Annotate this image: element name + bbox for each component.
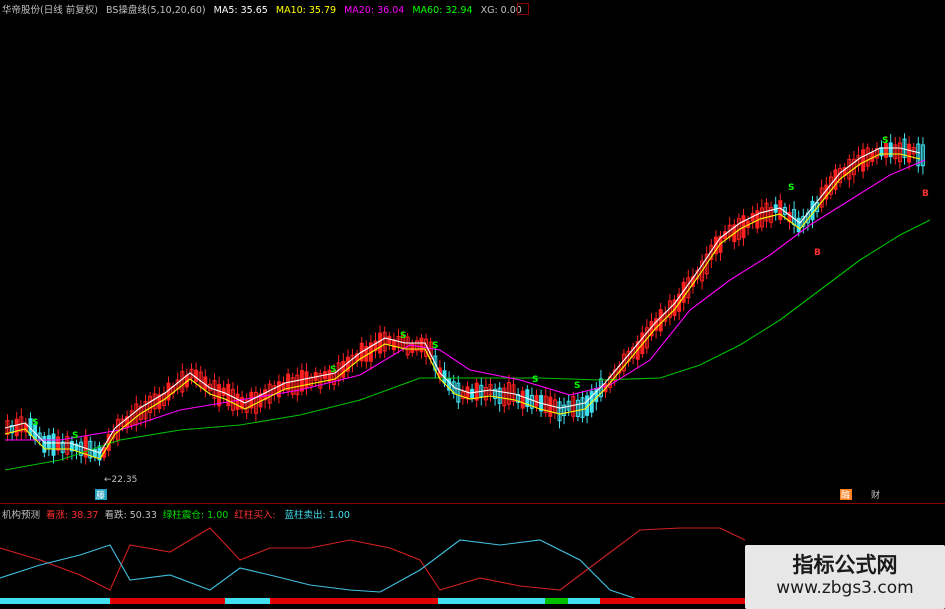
bull-line (0, 527, 746, 591)
oscillator-chart[interactable] (0, 0, 945, 609)
watermark-url: www.zbgs3.com (776, 578, 914, 598)
signal-bar (270, 598, 438, 604)
signal-bar (225, 598, 270, 604)
signal-bar (110, 598, 225, 604)
watermark-title: 指标公式网 (792, 553, 898, 577)
watermark-logo: 指标公式网 www.zbgs3.com (745, 545, 945, 609)
bear-line (0, 539, 746, 603)
signal-bar (568, 598, 600, 604)
signal-bar (545, 598, 568, 604)
signal-bar (438, 598, 545, 604)
signal-bar (0, 598, 110, 604)
